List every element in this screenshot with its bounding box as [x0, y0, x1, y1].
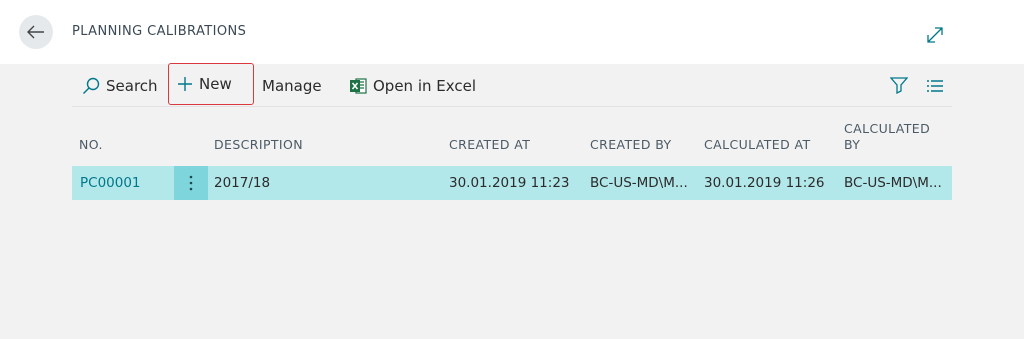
column-header-description[interactable]: DESCRIPTION [214, 137, 303, 153]
column-header-calculated-by-line1: CALCULATED [844, 121, 931, 136]
column-header-created-at[interactable]: CREATED AT [449, 137, 530, 153]
column-header-created-by[interactable]: CREATED BY [590, 137, 672, 153]
more-vertical-icon [189, 175, 193, 191]
cell-created-at: 30.01.2019 11:23 [449, 175, 570, 191]
column-header-no[interactable]: NO. [79, 137, 103, 153]
column-header-calculated-at[interactable]: CALCULATED AT [704, 137, 811, 153]
list-view-button[interactable] [927, 78, 943, 92]
search-label: Search [106, 77, 158, 95]
filter-icon [889, 77, 909, 95]
cell-description: 2017/18 [214, 175, 271, 191]
new-label: New [199, 75, 232, 93]
cell-calculated-at: 30.01.2019 11:26 [704, 175, 825, 191]
page-title: PLANNING CALIBRATIONS [72, 24, 247, 39]
search-button[interactable]: Search [82, 70, 158, 102]
filter-button[interactable] [889, 76, 909, 95]
cell-created-by: BC-US-MD\M... [590, 175, 688, 191]
row-menu-button[interactable] [174, 166, 208, 200]
search-icon [83, 77, 100, 94]
cell-no[interactable]: PC00001 [80, 175, 141, 191]
table-row[interactable]: PC00001 2017/18 30.01.2019 11:23 BC-US-M… [72, 166, 952, 200]
action-bar: Search New Manage Open in Excel [72, 63, 952, 107]
excel-label: Open in Excel [373, 77, 477, 95]
manage-label: Manage [262, 77, 322, 95]
excel-icon [350, 78, 367, 94]
expand-icon [927, 27, 943, 43]
arrow-left-icon [27, 25, 44, 39]
column-header-calculated-by-line2: BY [844, 137, 861, 152]
page-header: PLANNING CALIBRATIONS [0, 0, 1024, 64]
plus-icon [178, 77, 192, 91]
manage-button[interactable]: Manage [262, 70, 322, 102]
new-button[interactable]: New [168, 63, 254, 105]
back-button[interactable] [19, 15, 53, 49]
expand-button[interactable] [924, 24, 946, 46]
list-icon [927, 80, 943, 92]
open-in-excel-button[interactable]: Open in Excel [350, 70, 476, 102]
cell-calculated-by: BC-US-MD\M... [844, 175, 942, 191]
column-header-calculated-by[interactable]: CALCULATED BY [844, 121, 930, 153]
